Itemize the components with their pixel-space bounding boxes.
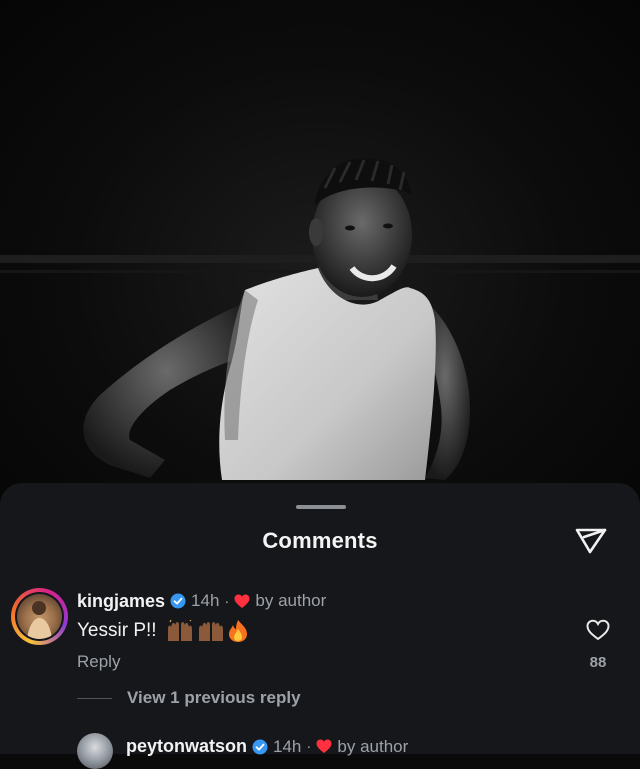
raising-hands-emoji <box>198 621 223 641</box>
post-photo-illustration <box>0 158 640 480</box>
comment-text: Yessir P!! <box>77 620 157 641</box>
comment-emojis <box>165 619 249 643</box>
reply-button[interactable]: Reply <box>77 652 120 672</box>
by-author-label: by author <box>255 591 327 610</box>
comment-item: kingjames 14h · by author Yessir P!! Rep… <box>0 583 640 683</box>
author-liked-heart-icon <box>234 594 250 608</box>
avatar-figure <box>27 601 52 639</box>
fire-emoji <box>228 620 247 642</box>
like-count: 88 <box>589 654 607 671</box>
thread-line <box>77 698 112 699</box>
comments-sheet: Comments kingjames 14h · by author Yessi… <box>0 483 640 769</box>
reply-avatar[interactable] <box>77 733 113 769</box>
comment-meta: kingjames 14h · by author <box>77 589 326 613</box>
comment-text-row: Yessir P!! <box>77 619 249 643</box>
heart-outline-icon <box>586 619 610 641</box>
avatar-ring-gap <box>15 592 64 641</box>
avatar[interactable] <box>11 588 68 645</box>
raising-hands-emoji <box>167 620 192 641</box>
view-previous-reply-link[interactable]: View 1 previous reply <box>127 688 301 708</box>
sheet-drag-handle[interactable] <box>296 505 346 509</box>
comment-time: 14h <box>191 591 220 610</box>
view-replies-row: View 1 previous reply <box>0 688 640 710</box>
author-liked-heart-icon <box>316 739 332 753</box>
meta-separator: · <box>306 738 312 755</box>
post-photo <box>0 0 640 500</box>
like-button[interactable] <box>586 619 610 641</box>
verified-badge-icon <box>252 739 268 754</box>
reply-comment-item: peytonwatson 14h · by author <box>0 729 640 769</box>
verified-badge-icon <box>170 593 186 609</box>
share-button[interactable] <box>573 524 609 556</box>
meta-separator: · <box>224 592 230 610</box>
avatar-image <box>17 594 62 639</box>
sheet-title: Comments <box>262 528 378 553</box>
paper-plane-icon <box>575 528 607 554</box>
comment-username[interactable]: kingjames <box>77 591 165 612</box>
